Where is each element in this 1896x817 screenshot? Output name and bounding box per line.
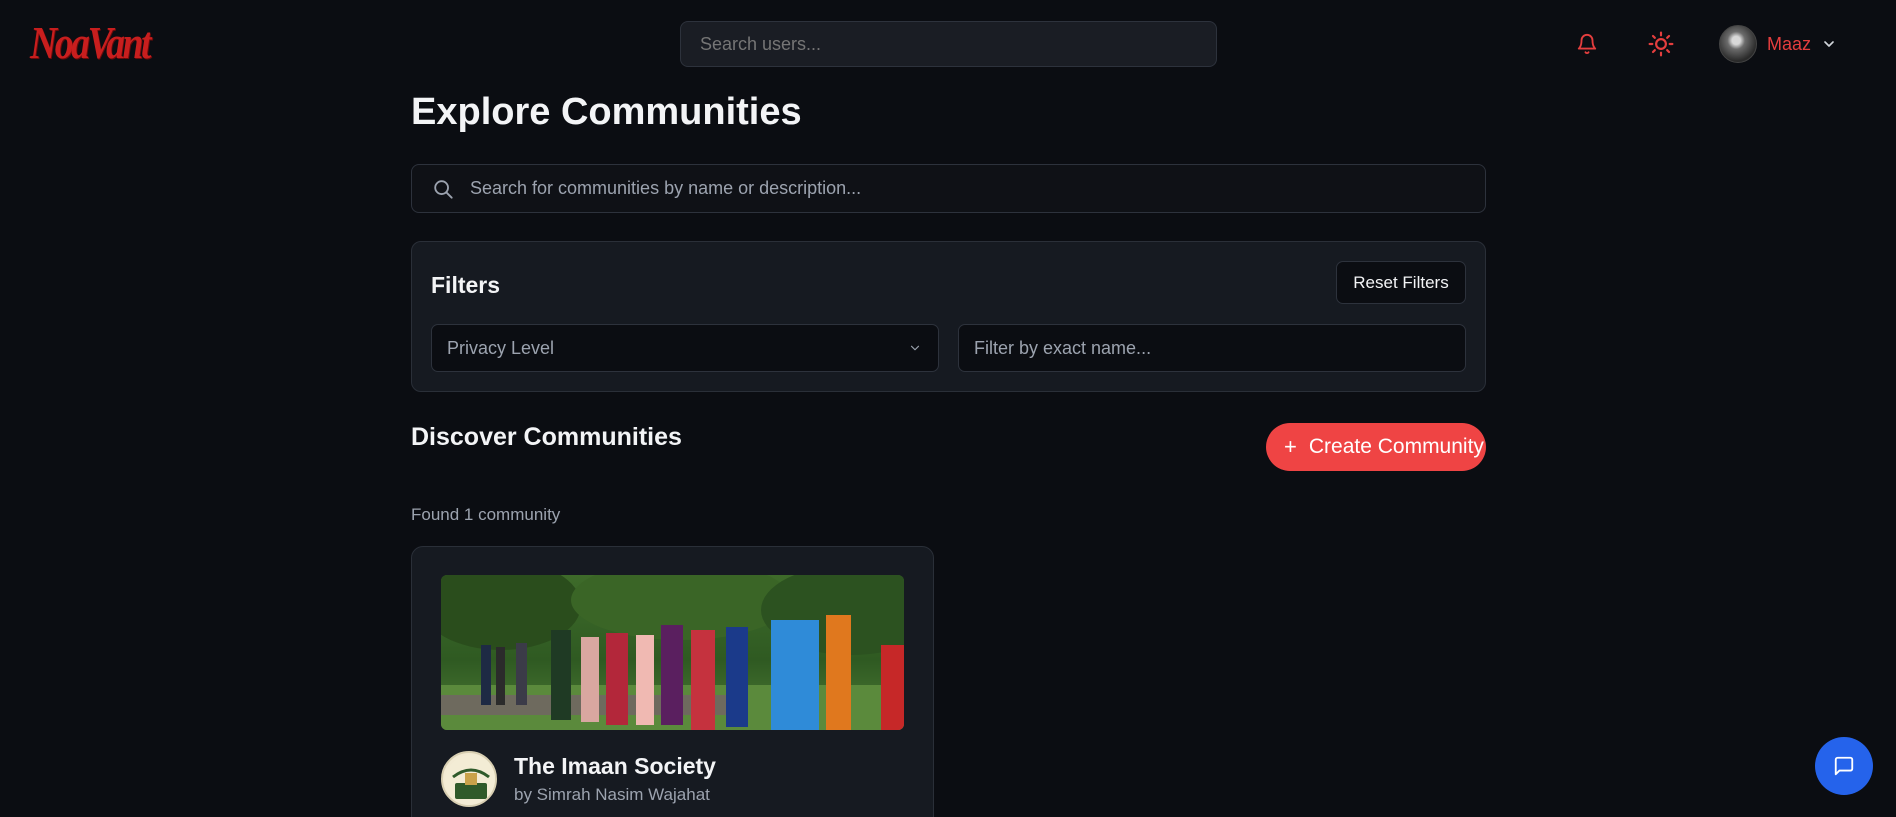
reset-filters-button[interactable]: Reset Filters	[1336, 261, 1466, 304]
exact-name-filter-input[interactable]: Filter by exact name...	[958, 324, 1466, 372]
privacy-level-select[interactable]: Privacy Level	[431, 324, 939, 372]
chevron-down-icon	[910, 345, 920, 351]
community-cover-image	[441, 575, 904, 730]
app-logo[interactable]: NoaVant	[30, 16, 152, 69]
privacy-level-value: Privacy Level	[447, 338, 555, 358]
search-icon	[434, 180, 453, 199]
filters-panel: Filters Reset Filters Privacy Level Filt…	[411, 241, 1486, 392]
community-card[interactable]: The Imaan Society by Simrah Nasim Wajaha…	[411, 546, 934, 817]
community-owner: by Simrah Nasim Wajahat	[514, 785, 710, 804]
user-search-input[interactable]	[680, 21, 1217, 67]
page-title: Explore Communities	[411, 91, 802, 133]
discover-title: Discover Communities	[411, 423, 682, 451]
create-community-label: Create Community	[1308, 435, 1484, 458]
theme-toggle-button[interactable]	[1645, 28, 1677, 60]
chevron-down-icon[interactable]	[1821, 36, 1837, 52]
community-search-placeholder: Search for communities by name or descri…	[470, 178, 862, 198]
results-count: Found 1 community	[411, 505, 561, 524]
notifications-button[interactable]	[1571, 28, 1603, 60]
community-name[interactable]: The Imaan Society	[514, 753, 716, 780]
community-logo	[441, 751, 497, 807]
sun-icon	[1648, 31, 1674, 57]
avatar[interactable]	[1719, 25, 1757, 63]
plus-icon: +	[1284, 434, 1297, 459]
bell-icon	[1577, 34, 1597, 55]
user-name[interactable]: Maaz	[1767, 34, 1811, 55]
user-menu[interactable]: Maaz	[1719, 25, 1837, 63]
filters-title: Filters	[431, 272, 501, 298]
community-search-input[interactable]: Search for communities by name or descri…	[411, 164, 1486, 213]
chat-button[interactable]	[1815, 737, 1873, 795]
chat-icon	[1834, 756, 1854, 776]
create-community-button[interactable]: + Create Community	[1266, 423, 1486, 471]
top-header: NoaVant Maaz	[0, 0, 1896, 88]
